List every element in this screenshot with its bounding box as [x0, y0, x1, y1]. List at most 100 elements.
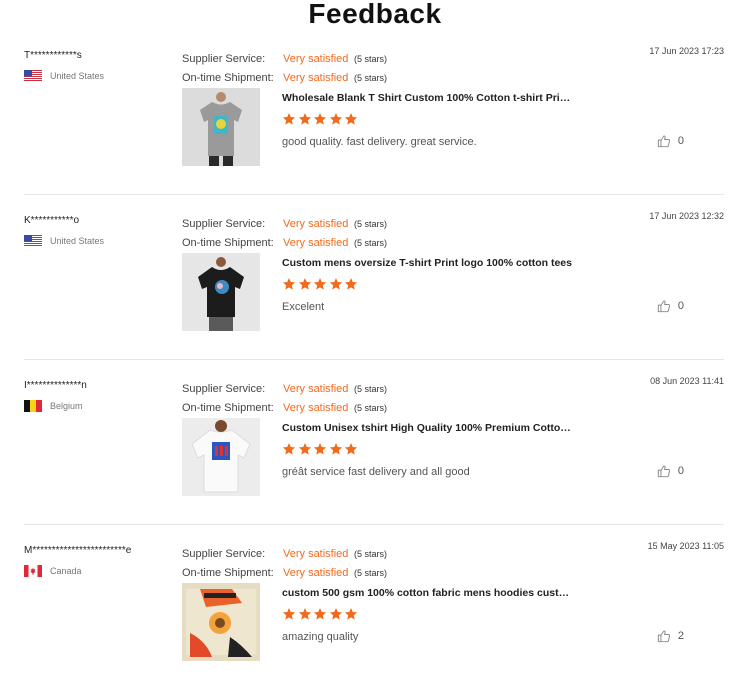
shipment-label: On-time Shipment: — [182, 566, 274, 579]
supplier-service-row: Supplier Service: Very satisfied (5 star… — [182, 379, 387, 398]
helpful-button[interactable]: 2 — [657, 629, 684, 643]
helpful-button[interactable]: 0 — [657, 464, 684, 478]
product-rating-stars — [282, 607, 360, 621]
review-date: 15 May 2023 11:05 — [647, 541, 724, 551]
rating-summary: Supplier Service: Very satisfied (5 star… — [182, 379, 387, 417]
star-icon — [313, 278, 327, 290]
star-icon — [344, 443, 358, 455]
star-icon — [329, 113, 342, 125]
shipment-value: Very satisfied — [283, 71, 349, 84]
product-thumbnail[interactable] — [182, 88, 260, 166]
review-date: 17 Jun 2023 12:32 — [649, 211, 724, 221]
helpful-count: 0 — [677, 300, 684, 312]
star-icon — [329, 278, 342, 290]
star-icon — [344, 278, 358, 290]
star-icon — [282, 278, 296, 290]
star-icon — [313, 608, 327, 620]
product-title-link[interactable]: Wholesale Blank T Shirt Custom 100% Cott… — [282, 92, 572, 104]
supplier-service-row: Supplier Service: Very satisfied (5 star… — [182, 544, 387, 563]
star-icon — [298, 113, 311, 125]
buyer-name: K***********o — [24, 215, 80, 226]
supplier-service-label: Supplier Service: — [182, 547, 266, 560]
buyer-country: United States — [24, 235, 104, 247]
shipment-label: On-time Shipment: — [182, 71, 274, 84]
country-name: Canada — [50, 566, 82, 576]
supplier-service-stars: (5 stars) — [354, 53, 388, 64]
shipment-value: Very satisfied — [283, 401, 349, 414]
rating-summary: Supplier Service: Very satisfied (5 star… — [182, 214, 387, 252]
review-comment: amazing quality — [282, 631, 359, 643]
product-title-link[interactable]: Custom mens oversize T-shirt Print logo … — [282, 257, 572, 269]
country-flag-icon — [24, 400, 42, 412]
buyer-country: Belgium — [24, 400, 83, 412]
review-item: M************************e Canada Suppli… — [24, 525, 724, 689]
supplier-service-label: Supplier Service: — [182, 382, 266, 395]
star-icon — [298, 608, 311, 620]
shipment-row: On-time Shipment: Very satisfied (5 star… — [182, 398, 387, 417]
buyer-country: Canada — [24, 565, 82, 577]
review-item: T************s United States Supplier Se… — [24, 30, 724, 195]
buyer-name: M************************e — [24, 545, 132, 556]
country-name: United States — [50, 236, 105, 246]
shipment-stars: (5 stars) — [354, 402, 388, 413]
shipment-label: On-time Shipment: — [182, 401, 274, 414]
buyer-country: United States — [24, 70, 104, 82]
supplier-service-stars: (5 stars) — [354, 548, 388, 559]
review-comment: gréât service fast delivery and all good — [282, 466, 470, 478]
helpful-count: 2 — [677, 630, 684, 642]
star-icon — [282, 443, 296, 455]
product-thumbnail[interactable] — [182, 418, 260, 496]
shipment-label: On-time Shipment: — [182, 236, 274, 249]
product-thumbnail[interactable] — [182, 253, 260, 331]
review-item: K***********o United States Supplier Ser… — [24, 195, 724, 360]
supplier-service-label: Supplier Service: — [182, 52, 266, 65]
country-flag-icon — [24, 70, 42, 82]
shipment-row: On-time Shipment: Very satisfied (5 star… — [182, 68, 387, 87]
helpful-count: 0 — [677, 135, 684, 147]
product-title-link[interactable]: Custom Unisex tshirt High Quality 100% P… — [282, 422, 572, 434]
star-icon — [313, 443, 327, 455]
product-title-link[interactable]: custom 500 gsm 100% cotton fabric mens h… — [282, 587, 572, 599]
helpful-count: 0 — [677, 465, 684, 477]
supplier-service-value: Very satisfied — [283, 547, 349, 560]
shipment-value: Very satisfied — [283, 236, 349, 249]
product-rating-stars — [282, 442, 360, 456]
feedback-list: T************s United States Supplier Se… — [0, 30, 750, 689]
review-date: 08 Jun 2023 11:41 — [650, 376, 724, 386]
supplier-service-value: Very satisfied — [283, 217, 349, 230]
rating-summary: Supplier Service: Very satisfied (5 star… — [182, 49, 387, 87]
review-date: 17 Jun 2023 17:23 — [649, 46, 724, 56]
page-title: Feedback — [308, 0, 442, 29]
shipment-stars: (5 stars) — [354, 72, 388, 83]
supplier-service-row: Supplier Service: Very satisfied (5 star… — [182, 214, 387, 233]
star-icon — [344, 113, 358, 125]
shipment-row: On-time Shipment: Very satisfied (5 star… — [182, 563, 387, 582]
thumbs-up-icon — [657, 135, 670, 148]
star-icon — [313, 113, 327, 125]
star-icon — [298, 278, 311, 290]
thumbs-up-icon — [657, 465, 670, 478]
shipment-stars: (5 stars) — [354, 567, 388, 578]
supplier-service-value: Very satisfied — [283, 382, 349, 395]
star-icon — [282, 113, 296, 125]
supplier-service-row: Supplier Service: Very satisfied (5 star… — [182, 49, 387, 68]
review-comment: Excelent — [282, 301, 325, 313]
shipment-value: Very satisfied — [283, 566, 349, 579]
product-thumbnail[interactable] — [182, 583, 260, 661]
thumbs-up-icon — [657, 630, 670, 643]
country-flag-icon — [24, 565, 42, 577]
star-icon — [329, 443, 342, 455]
helpful-button[interactable]: 0 — [657, 134, 684, 148]
country-flag-icon — [24, 235, 42, 247]
thumbs-up-icon — [657, 300, 670, 313]
star-icon — [298, 443, 311, 455]
shipment-row: On-time Shipment: Very satisfied (5 star… — [182, 233, 387, 252]
supplier-service-value: Very satisfied — [283, 52, 349, 65]
shipment-stars: (5 stars) — [354, 237, 388, 248]
review-comment: good quality. fast delivery. great servi… — [282, 136, 477, 148]
product-rating-stars — [282, 112, 360, 126]
star-icon — [282, 608, 296, 620]
helpful-button[interactable]: 0 — [657, 299, 684, 313]
product-rating-stars — [282, 277, 360, 291]
star-icon — [344, 608, 358, 620]
